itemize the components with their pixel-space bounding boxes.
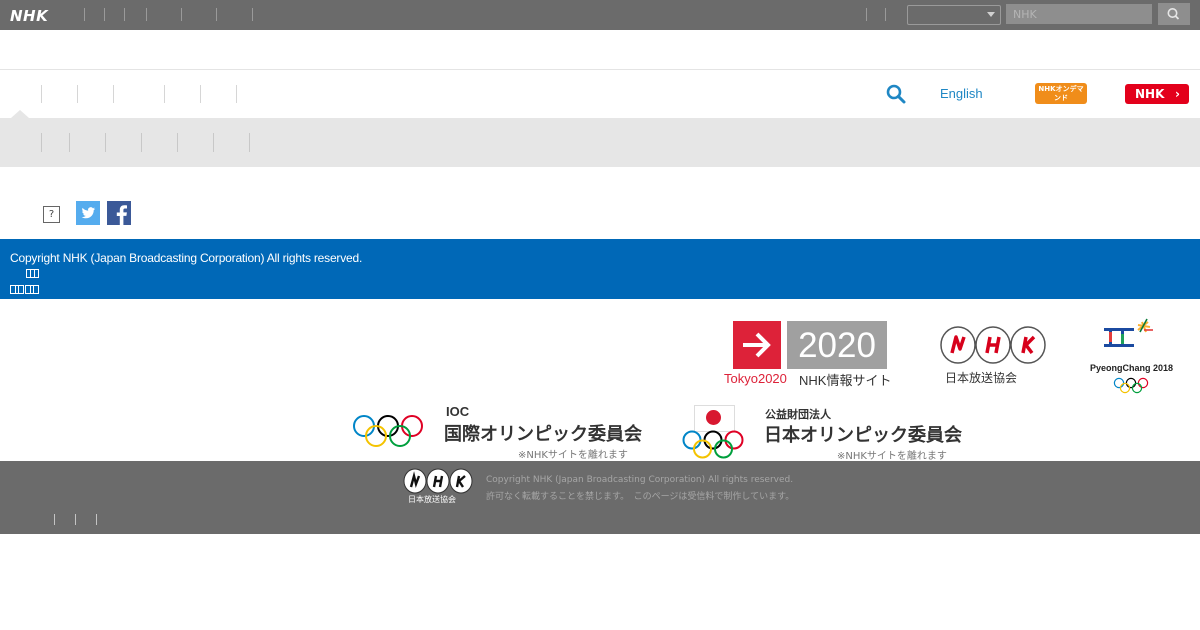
missing-glyph — [30, 285, 39, 294]
tokyo2020-link[interactable] — [733, 321, 781, 369]
nav-separator — [200, 85, 201, 103]
nav-separator — [77, 85, 78, 103]
nav-separator — [41, 85, 42, 103]
nhk-logo[interactable]: NHK — [10, 7, 48, 25]
subnav-separator — [41, 133, 42, 152]
arrow-right-icon — [743, 332, 771, 358]
search-button[interactable] — [1158, 3, 1190, 25]
olympic-rings-icon — [1113, 377, 1149, 399]
subnav-separator — [141, 133, 142, 152]
topbar-separator — [885, 8, 886, 21]
copyright-band — [0, 239, 1200, 299]
subnav-separator — [105, 133, 106, 152]
pyeongchang-emblem-icon — [1104, 318, 1153, 347]
region-select[interactable] — [907, 5, 1001, 25]
nhk-button-label: NHK — [1135, 87, 1165, 101]
missing-glyph — [15, 285, 24, 294]
sub-navigation — [0, 118, 1200, 167]
pyeongchang-caption: PyeongChang 2018 — [1090, 363, 1174, 373]
topbar-separator — [104, 8, 105, 21]
chevron-right-icon: › — [1175, 87, 1180, 101]
facebook-share-button[interactable] — [107, 201, 131, 225]
missing-glyph — [30, 269, 39, 278]
active-tab-indicator — [11, 110, 29, 118]
nhk-corporate-logo[interactable] — [940, 325, 1048, 371]
olympic-rings-icon — [682, 430, 744, 459]
nhk-top-button[interactable]: NHK › — [1125, 84, 1189, 104]
header-blank-row — [0, 30, 1200, 70]
nav-separator — [164, 85, 165, 103]
twitter-share-button[interactable] — [76, 201, 100, 225]
footer-separator — [96, 514, 97, 525]
joc-prefix: 公益財団法人 — [765, 408, 831, 421]
topbar-separator — [866, 8, 867, 21]
topbar-separator — [252, 8, 253, 21]
subnav-separator — [249, 133, 250, 152]
search-icon — [1167, 8, 1180, 20]
nhk-logo-icon — [940, 326, 1046, 364]
footer-copyright: Copyright NHK (Japan Broadcasting Corpor… — [486, 475, 794, 485]
nhk-ondemand-button[interactable]: NHKオンデマンド — [1035, 83, 1087, 104]
ioc-name[interactable]: 国際オリンピック委員会 — [444, 420, 642, 446]
nav-separator — [236, 85, 237, 103]
joc-external-note: ※NHKサイトを離れます — [837, 451, 947, 462]
copyright-text: Copyright NHK (Japan Broadcasting Corpor… — [10, 251, 363, 265]
tokyo2020-info-label: NHK情報サイト — [799, 373, 892, 388]
footer-separator — [75, 514, 76, 525]
top-bar: NHK — [0, 0, 1200, 30]
nav-separator — [113, 85, 114, 103]
pyeongchang2018-logo[interactable] — [1100, 313, 1162, 365]
footer-logo-caption: 日本放送協会 — [408, 495, 456, 504]
footer-separator — [54, 514, 55, 525]
ioc-abbrev: IOC — [446, 404, 470, 419]
site-search-button[interactable] — [885, 83, 907, 109]
nhk-logo-caption: 日本放送協会 — [945, 371, 1018, 385]
subnav-separator — [177, 133, 178, 152]
facebook-icon — [116, 205, 127, 225]
tokyo2020-label: Tokyo2020 — [724, 371, 787, 386]
topbar-separator — [84, 8, 85, 21]
search-input[interactable] — [1006, 4, 1152, 24]
chevron-down-icon — [987, 12, 995, 17]
subnav-separator — [213, 133, 214, 152]
topbar-separator — [216, 8, 217, 21]
topbar-separator — [124, 8, 125, 21]
nhk-logo-icon — [403, 468, 473, 494]
topbar-separator — [146, 8, 147, 21]
subnav-separator — [69, 133, 70, 152]
ioc-external-note: ※NHKサイトを離れます — [518, 450, 628, 461]
ioc-link[interactable] — [352, 414, 424, 454]
olympic-rings-icon — [353, 415, 423, 447]
english-link[interactable]: English — [940, 86, 983, 101]
tokyo2020-year[interactable]: 2020 — [787, 321, 887, 369]
ondemand-label: NHKオンデマンド — [1038, 85, 1084, 102]
joc-name[interactable]: 日本オリンピック委員会 — [764, 421, 962, 447]
help-icon[interactable]: ? — [43, 206, 60, 223]
footer-notice: 許可なく転載することを禁じます。 このページは受信料で制作しています。 — [486, 492, 795, 502]
japan-flag-sun — [706, 410, 721, 425]
twitter-icon — [81, 207, 96, 219]
topbar-separator — [181, 8, 182, 21]
search-icon — [886, 84, 906, 104]
